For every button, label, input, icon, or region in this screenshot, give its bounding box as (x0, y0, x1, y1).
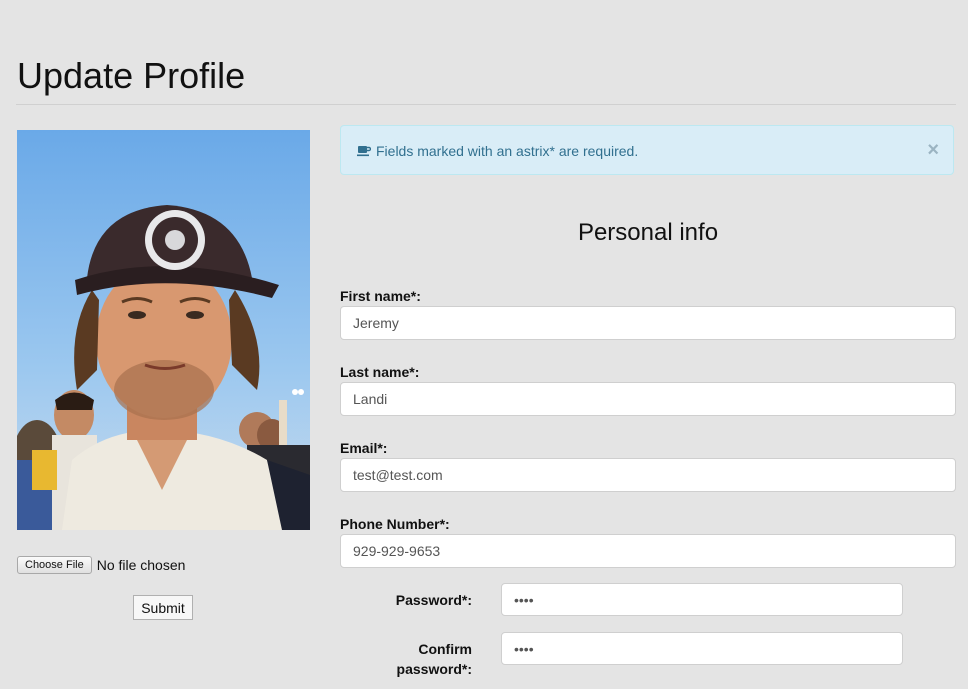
last-name-label: Last name*: (340, 364, 420, 380)
email-input[interactable] (340, 458, 956, 492)
alert-message: Fields marked with an astrix* are requir… (376, 143, 639, 159)
confirm-password-input[interactable] (501, 632, 903, 665)
close-icon[interactable]: × (927, 139, 939, 161)
submit-photo-button[interactable]: Submit (133, 595, 193, 620)
confirm-password-label-line1: Confirm (418, 641, 472, 657)
password-input[interactable] (501, 583, 903, 616)
title-divider (16, 104, 956, 105)
password-label: Password*: (395, 592, 472, 608)
last-name-input[interactable] (340, 382, 956, 416)
update-profile-page: Update Profile Choose File No file chose… (0, 0, 968, 689)
confirm-password-label-line2: password*: (396, 661, 472, 677)
profile-photo-illustration (17, 130, 310, 530)
file-status-text: No file chosen (96, 557, 186, 573)
file-upload: Choose File No file chosen (17, 555, 185, 575)
page-title: Update Profile (17, 55, 246, 96)
phone-input[interactable] (340, 534, 956, 568)
first-name-input[interactable] (340, 306, 956, 340)
required-fields-alert: Fields marked with an astrix* are requir… (340, 125, 954, 175)
coffee-icon (357, 146, 371, 157)
confirm-password-label: Confirm password*: (340, 639, 472, 679)
section-title: Personal info (577, 219, 719, 246)
profile-photo (17, 130, 310, 530)
email-label: Email*: (340, 440, 388, 456)
choose-file-button[interactable]: Choose File (17, 556, 92, 574)
first-name-label: First name*: (340, 288, 421, 304)
phone-label: Phone Number*: (340, 516, 450, 532)
